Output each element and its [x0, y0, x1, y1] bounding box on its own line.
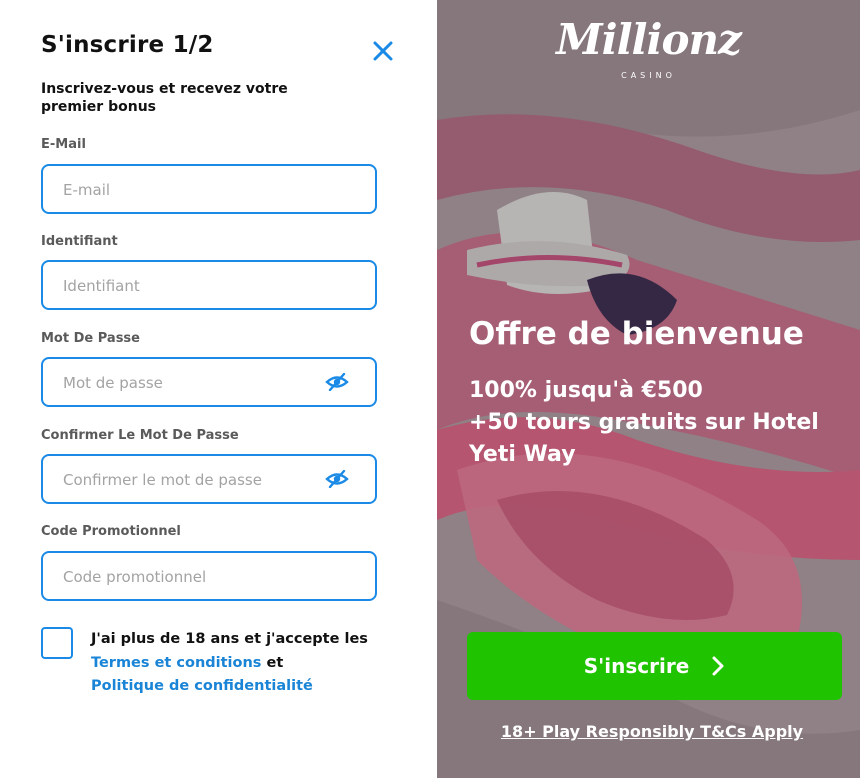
password-field[interactable] [61, 359, 325, 407]
age-terms-checkbox[interactable] [41, 627, 73, 659]
password-field-box[interactable] [41, 357, 377, 407]
email-label: E-Mail [41, 137, 86, 152]
close-icon[interactable] [370, 38, 396, 64]
promo-code-field[interactable] [61, 553, 325, 601]
signup-panel: S'inscrire 1/2 Inscrivez-vous et recevez… [0, 0, 437, 778]
username-label: Identifiant [41, 234, 118, 249]
confirm-password-field-box[interactable] [41, 454, 377, 504]
username-field[interactable] [61, 262, 325, 310]
brand-logo: Millionz [556, 15, 742, 64]
email-field-box[interactable] [41, 164, 377, 214]
consent-text: J'ai plus de 18 ans et j'accepte les Ter… [91, 628, 391, 699]
offer-line-1: 100% jusqu'à €500 [469, 378, 703, 403]
eye-slash-icon[interactable] [325, 372, 349, 392]
promo-code-label: Code Promotionnel [41, 524, 181, 539]
promo-code-field-box[interactable] [41, 551, 377, 601]
chevron-right-icon [712, 656, 724, 676]
confirm-password-field[interactable] [61, 456, 325, 504]
email-field[interactable] [61, 166, 325, 214]
eye-slash-icon[interactable] [325, 469, 349, 489]
confirm-password-label: Confirmer Le Mot De Passe [41, 428, 239, 443]
form-subtitle: Inscrivez-vous et recevez votre premier … [41, 81, 288, 115]
signup-button[interactable]: S'inscrire [467, 632, 842, 700]
offer-title: Offre de bienvenue [469, 316, 804, 352]
offer-line-2: +50 tours gratuits sur Hotel Yeti Way [469, 410, 819, 467]
responsible-gaming-link[interactable]: 18+ Play Responsibly T&Cs Apply [437, 722, 860, 741]
consent-label: J'ai plus de 18 ans et j'accepte les [91, 631, 368, 647]
username-field-box[interactable] [41, 260, 377, 310]
brand-logo-subtitle: CASINO [621, 71, 676, 80]
signup-button-label: S'inscrire [583, 654, 690, 678]
promo-panel: Millionz CASINO Offre de bienvenue 100% … [437, 0, 860, 778]
password-label: Mot De Passe [41, 331, 140, 346]
terms-link[interactable]: Termes et conditions [91, 655, 261, 671]
consent-joiner: et [266, 654, 284, 671]
page-title: S'inscrire 1/2 [41, 32, 214, 58]
privacy-link[interactable]: Politique de confidentialité [91, 678, 313, 694]
